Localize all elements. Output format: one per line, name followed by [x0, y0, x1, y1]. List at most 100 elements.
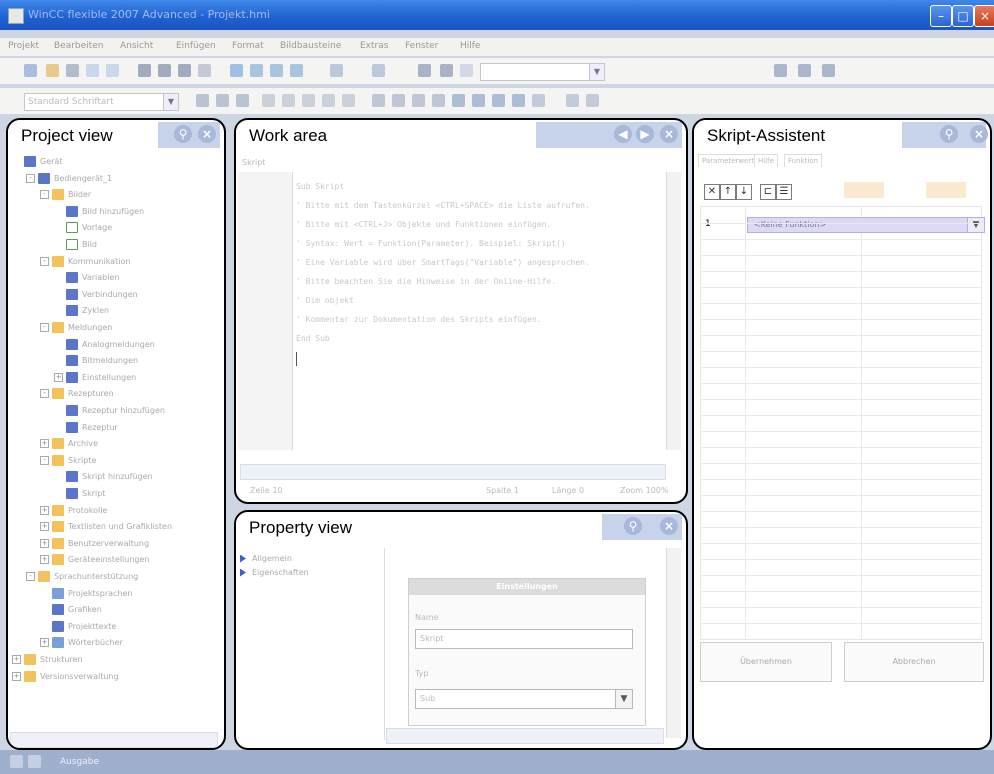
tree-item[interactable]: - Skripte [40, 454, 96, 469]
property-category-general[interactable]: Allgemein [240, 554, 292, 563]
script-editor[interactable]: Sub Skript ' Bitte mit dem Tastenkürzel <… [238, 172, 682, 480]
tree-item[interactable]: Zyklen [54, 305, 109, 319]
tab-function[interactable]: Funktion [784, 154, 822, 167]
expand-icon[interactable]: + [40, 555, 49, 565]
send-back-icon[interactable] [282, 94, 295, 107]
collapse-icon[interactable]: - [40, 190, 49, 200]
download-icon[interactable] [330, 64, 343, 77]
orange-tool-icon[interactable] [844, 182, 884, 198]
tree-item[interactable]: Bild [54, 239, 97, 253]
type-select[interactable]: Sub ▼ [415, 689, 633, 709]
bookmark-next-icon[interactable] [472, 94, 485, 107]
bookmark-clear-icon[interactable] [512, 94, 525, 107]
expand-icon[interactable]: + [40, 439, 49, 449]
tree-item[interactable]: Skript [54, 488, 105, 502]
apply-button[interactable]: Übernehmen [700, 642, 832, 682]
pin-icon[interactable]: ⚲ [940, 125, 958, 143]
chevron-down-icon[interactable]: ▼ [967, 218, 984, 232]
tree-item[interactable]: Gerät [12, 156, 62, 170]
editor-vscroll[interactable] [666, 172, 681, 450]
chevron-down-icon[interactable]: ▼ [163, 94, 178, 110]
expand-icon[interactable]: + [40, 638, 49, 648]
menu-project[interactable]: Projekt [8, 41, 39, 51]
group-icon[interactable] [302, 94, 315, 107]
tree-item[interactable]: + Strukturen [12, 654, 83, 668]
tree-item[interactable]: - Sprachunterstützung [26, 571, 138, 585]
expand-icon[interactable]: + [40, 538, 49, 548]
tree-item[interactable]: Verbindungen [54, 288, 138, 303]
tree-item[interactable]: + Archive [40, 438, 98, 452]
paste-icon[interactable] [198, 64, 211, 77]
chevron-down-icon[interactable]: ▼ [615, 690, 632, 708]
indent-icon[interactable] [372, 94, 385, 107]
collapse-icon[interactable]: - [40, 389, 49, 399]
collapse-icon[interactable]: - [40, 455, 49, 465]
minimize-icon[interactable]: – [930, 5, 952, 27]
tree-item[interactable]: + Geräteeinstellungen [40, 554, 149, 568]
tree-item[interactable]: + Textlisten und Grafiklisten [40, 521, 172, 535]
check-icon[interactable] [230, 64, 243, 77]
language-icon[interactable] [372, 64, 385, 77]
tab-parameter-values[interactable]: Parameterwerte [698, 154, 763, 167]
tree-item[interactable]: + Versionsverwaltung [12, 670, 119, 685]
move-down-icon[interactable]: ↓ [736, 184, 752, 200]
collapse-icon[interactable]: - [26, 173, 35, 183]
comment-icon[interactable] [412, 94, 425, 107]
arrow-right-icon[interactable]: ▶ [636, 125, 654, 143]
pin-icon[interactable]: ⚲ [174, 125, 192, 143]
expand-icon[interactable]: + [40, 505, 49, 515]
bookmark-prev-icon[interactable] [492, 94, 505, 107]
expand-icon[interactable]: + [12, 671, 21, 681]
collapse-icon[interactable]: - [26, 572, 35, 581]
simulate-icon[interactable] [290, 64, 303, 77]
tree-item[interactable]: Vorlage [54, 222, 112, 236]
close-icon[interactable]: × [660, 125, 678, 143]
pin-icon[interactable]: ⚲ [624, 517, 642, 535]
compile-icon[interactable] [250, 64, 263, 77]
copy-icon[interactable] [178, 64, 191, 77]
cut-icon[interactable] [158, 64, 171, 77]
tree-item[interactable]: Bild hinzufügen [54, 205, 144, 220]
editor-tab[interactable]: Skript [242, 158, 265, 167]
menu-faceplates[interactable]: Bildbausteine [280, 41, 341, 51]
replace-icon[interactable] [440, 64, 453, 77]
menu-format[interactable]: Format [232, 41, 264, 51]
arrow-left-icon[interactable]: ◀ [614, 125, 632, 143]
undo-icon[interactable] [86, 64, 99, 77]
output-icon[interactable] [10, 755, 23, 768]
delete-icon[interactable] [138, 64, 151, 77]
menu-tools[interactable]: Extras [360, 41, 388, 51]
delete-row-icon[interactable]: ✕ [704, 184, 720, 200]
settings-icon[interactable] [774, 64, 787, 77]
list-members-icon[interactable] [566, 94, 579, 107]
menu-window[interactable]: Fenster [405, 41, 438, 51]
tree-item[interactable]: Projektsprachen [40, 587, 133, 602]
open-icon[interactable] [46, 64, 59, 77]
menu-view[interactable]: Ansicht [120, 41, 153, 51]
property-category-properties[interactable]: Eigenschaften [240, 568, 309, 577]
tree-item[interactable]: - Bilder [40, 189, 91, 203]
orange-tool-icon[interactable] [926, 182, 966, 198]
editor-hscroll[interactable] [240, 464, 666, 480]
uncomment-icon[interactable] [432, 94, 445, 107]
expand-icon[interactable]: + [54, 372, 63, 382]
close-icon[interactable]: × [660, 517, 678, 535]
tree-item[interactable]: + Protokolle [40, 504, 107, 519]
tree-item[interactable]: Projekttexte [40, 620, 116, 635]
output-tab[interactable]: Ausgabe [60, 754, 99, 770]
close-icon[interactable]: × [970, 125, 988, 143]
menu-help[interactable]: Hilfe [460, 41, 480, 51]
move-up-icon[interactable]: ↑ [720, 184, 736, 200]
new-icon[interactable] [24, 64, 37, 77]
ungroup-icon[interactable] [322, 94, 335, 107]
save-icon[interactable] [66, 64, 79, 77]
find-icon[interactable] [418, 64, 431, 77]
tree-item[interactable]: Bitmeldungen [54, 355, 138, 369]
bring-front-icon[interactable] [262, 94, 275, 107]
tree-item[interactable]: - Meldungen [40, 322, 112, 336]
transfer-icon[interactable] [270, 64, 283, 77]
align-left-icon[interactable] [196, 94, 209, 107]
tree-item[interactable]: - Kommunikation [40, 255, 130, 270]
tree-item[interactable]: + Benutzerverwaltung [40, 537, 149, 552]
function-select[interactable]: <Keine Funktion> ▼ [747, 217, 985, 233]
